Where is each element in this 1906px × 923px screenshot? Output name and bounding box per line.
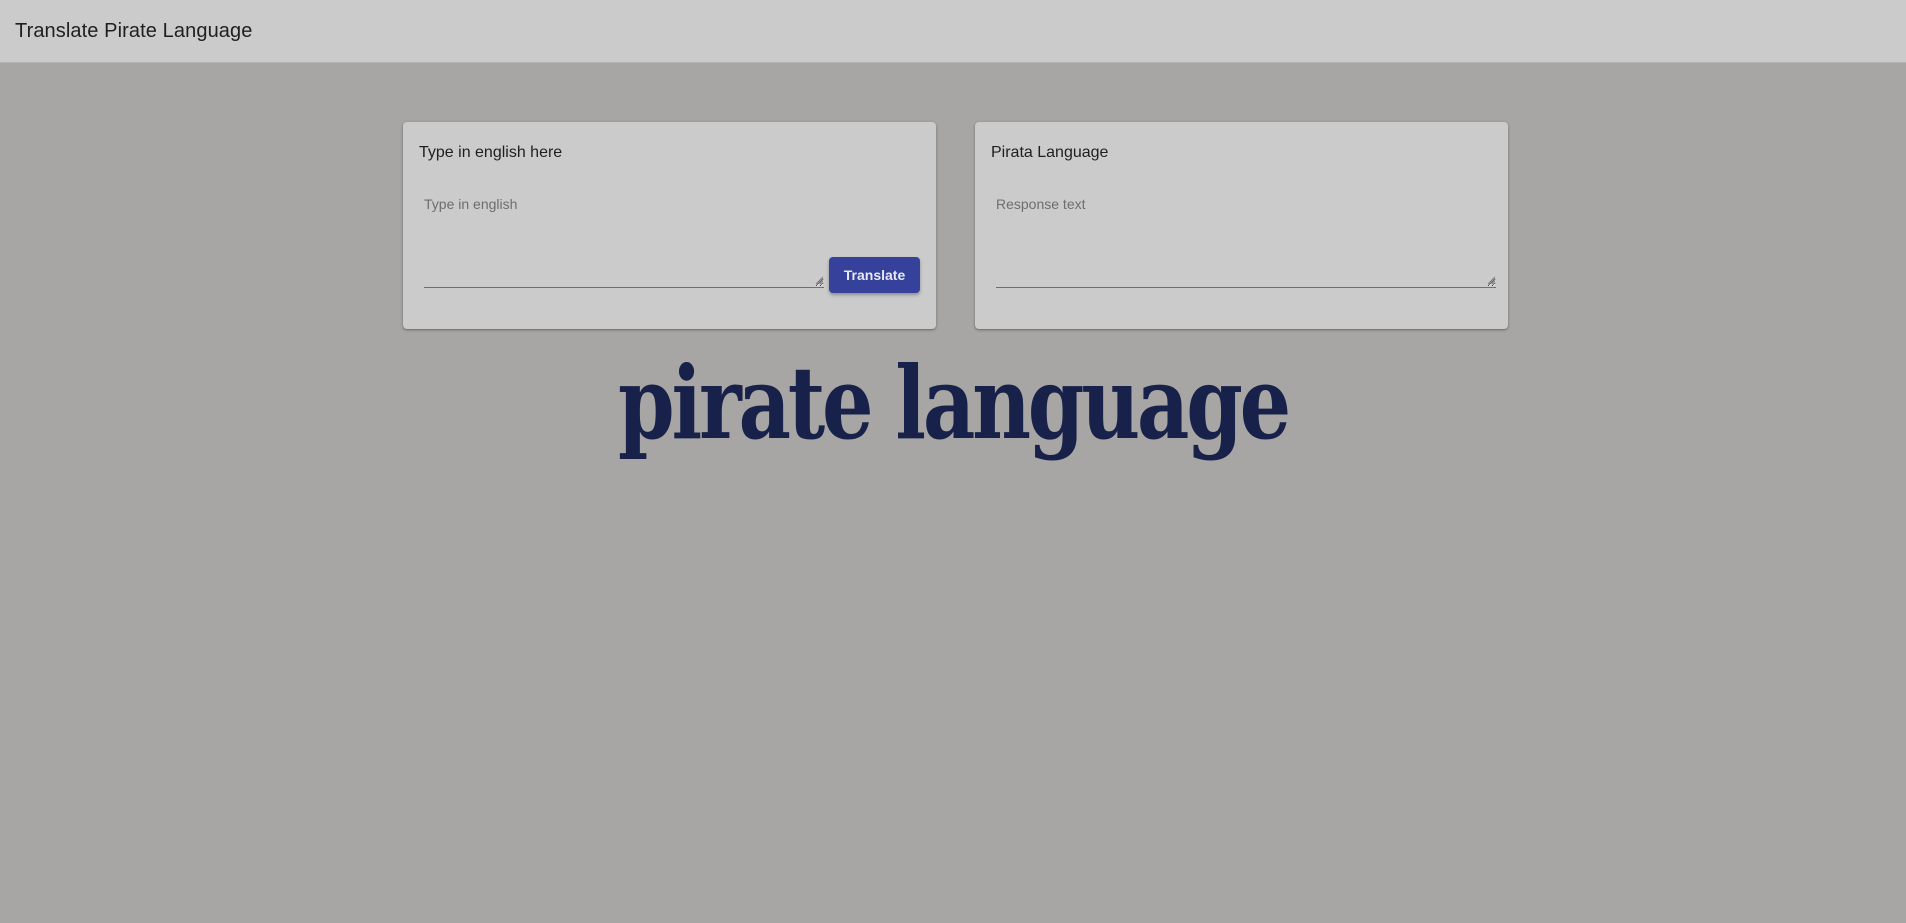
response-textarea[interactable]: [996, 196, 1496, 287]
pirate-output-field[interactable]: [996, 196, 1496, 288]
english-card-title: Type in english here: [419, 144, 563, 161]
english-textarea[interactable]: [424, 196, 824, 287]
app-title: Translate Pirate Language: [15, 19, 253, 42]
english-input-card: Type in english here Translate: [403, 122, 936, 329]
logo-text: pirate language: [618, 344, 1288, 462]
english-input-field[interactable]: [424, 196, 824, 288]
top-toolbar: Translate Pirate Language: [0, 0, 1906, 63]
pirate-card-title: Pirata Language: [991, 144, 1109, 161]
pirate-output-card: Pirata Language: [975, 122, 1508, 329]
translate-button[interactable]: Translate: [829, 257, 920, 293]
pirate-language-logo: pirate language: [618, 344, 1292, 462]
